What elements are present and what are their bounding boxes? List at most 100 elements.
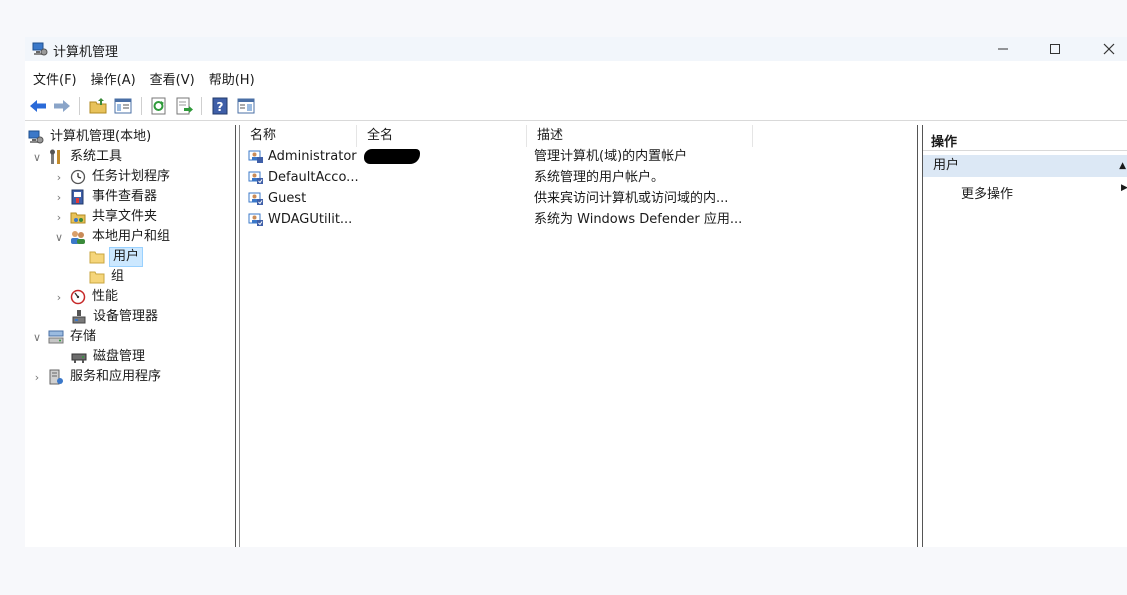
tree-node-computer-management-local[interactable]: 计算机管理(本地)	[28, 127, 153, 147]
computer-management-icon	[28, 129, 44, 145]
user-description: 供来宾访问计算机或访问域的内...	[534, 191, 729, 206]
shared-folders-icon	[70, 209, 86, 225]
user-description: 系统为 Windows Defender 应用...	[534, 212, 743, 227]
maximize-button[interactable]	[1032, 37, 1078, 61]
tree-node-label: 事件查看器	[92, 189, 158, 204]
storage-icon	[48, 329, 64, 345]
tree-node-label: 计算机管理(本地)	[50, 129, 152, 144]
show-hide-tree-icon[interactable]	[113, 96, 133, 116]
user-name: Guest	[268, 191, 307, 206]
submenu-arrow-icon: ▶	[1121, 183, 1127, 193]
user-account-icon	[248, 211, 264, 227]
expand-chevron-icon[interactable]: ›	[52, 191, 66, 204]
properties-icon[interactable]	[236, 96, 256, 116]
tree-node-label: 服务和应用程序	[70, 369, 162, 384]
tree-node-event-viewer[interactable]: › 事件查看器	[52, 187, 159, 207]
user-description: 系统管理的用户帐户。	[534, 170, 665, 185]
folder-icon	[89, 249, 105, 265]
tree-node-label: 用户	[109, 247, 144, 267]
svg-text:?: ?	[217, 100, 224, 114]
tree-node-label: 任务计划程序	[92, 169, 171, 184]
table-row[interactable]: WDAGUtilit... 系统为 Windows Defender 应用...	[240, 209, 917, 230]
tree-node-users[interactable]: 用户	[89, 247, 144, 267]
tree-node-label: 磁盘管理	[93, 349, 146, 364]
list-header: 名称 全名 描述	[240, 125, 917, 147]
expand-chevron-icon[interactable]: ›	[52, 291, 66, 304]
export-list-icon[interactable]	[174, 96, 194, 116]
tree-node-label: 性能	[92, 289, 119, 304]
window-title: 计算机管理	[53, 45, 119, 60]
performance-icon	[70, 289, 86, 305]
actions-header: 操作	[923, 131, 1127, 151]
column-header-description[interactable]: 描述	[527, 125, 753, 147]
title-bar: 计算机管理	[25, 37, 1127, 61]
tree-node-disk-management[interactable]: 磁盘管理	[71, 347, 147, 367]
toolbar-separator	[141, 97, 142, 115]
folder-icon	[89, 269, 105, 285]
tree-node-shared-folders[interactable]: › 共享文件夹	[52, 207, 159, 227]
system-tools-icon	[48, 149, 64, 165]
toolbar-separator	[201, 97, 202, 115]
user-account-icon	[248, 169, 264, 185]
expand-chevron-icon[interactable]: ›	[52, 211, 66, 224]
collapse-chevron-icon[interactable]: ∨	[30, 331, 44, 344]
tree-node-performance[interactable]: › 性能	[52, 287, 120, 307]
collapse-chevron-icon[interactable]: ∨	[30, 151, 44, 164]
user-list: 名称 全名 描述 Administrator 管理计算机(域)的内置帐户 Def…	[239, 125, 918, 547]
more-actions-link[interactable]: 更多操作	[961, 183, 1013, 202]
actions-section-users[interactable]: 用户 ▲	[923, 155, 1127, 177]
user-name: WDAGUtilit...	[268, 212, 353, 227]
tree-node-label: 本地用户和组	[92, 229, 171, 244]
user-account-icon	[248, 190, 264, 206]
local-users-icon	[70, 229, 86, 245]
menu-action[interactable]: 操作(A)	[83, 66, 142, 88]
computer-management-window: 计算机管理 文件(F) 操作(A) 查看(V) 帮助(H) ? 计算机管理(本地…	[25, 37, 1127, 547]
back-arrow-icon[interactable]	[28, 96, 48, 116]
expand-chevron-icon[interactable]: ›	[52, 171, 66, 184]
task-scheduler-icon	[70, 169, 86, 185]
user-account-icon	[248, 148, 264, 164]
minimize-button[interactable]	[980, 37, 1026, 61]
tree-node-label: 系统工具	[70, 149, 123, 164]
toolbar: ?	[25, 91, 1127, 121]
user-description: 管理计算机(域)的内置帐户	[534, 149, 688, 164]
forward-arrow-icon[interactable]	[52, 96, 72, 116]
column-header-fullname[interactable]: 全名	[357, 125, 527, 147]
user-name: DefaultAcco...	[268, 170, 359, 185]
tree-node-groups[interactable]: 组	[89, 267, 126, 287]
menu-help[interactable]: 帮助(H)	[201, 66, 261, 88]
disk-management-icon	[71, 349, 87, 365]
console-tree: 计算机管理(本地) ∨ 系统工具 › 任务计划程序 › 事件查看器 › 共享文件…	[25, 125, 236, 547]
tree-node-label: 组	[111, 269, 125, 284]
expand-chevron-icon[interactable]: ›	[30, 371, 44, 384]
tree-node-label: 存储	[70, 329, 97, 344]
menu-view[interactable]: 查看(V)	[142, 66, 201, 88]
tree-node-services-and-applications[interactable]: › 服务和应用程序	[30, 367, 163, 387]
table-row[interactable]: Administrator 管理计算机(域)的内置帐户	[240, 146, 917, 167]
menu-file[interactable]: 文件(F)	[25, 66, 83, 88]
collapse-caret-icon[interactable]: ▲	[1119, 155, 1126, 177]
computer-management-icon	[32, 41, 48, 57]
redaction-mark	[364, 149, 420, 164]
tree-node-task-scheduler[interactable]: › 任务计划程序	[52, 167, 172, 187]
column-header-name[interactable]: 名称	[240, 125, 357, 147]
table-row[interactable]: Guest 供来宾访问计算机或访问域的内...	[240, 188, 917, 209]
device-manager-icon	[71, 309, 87, 325]
menu-bar: 文件(F) 操作(A) 查看(V) 帮助(H)	[25, 66, 261, 88]
event-viewer-icon	[70, 189, 86, 205]
actions-pane: 操作 用户 ▲ 更多操作 ▶	[922, 125, 1127, 547]
tree-node-label: 共享文件夹	[92, 209, 158, 224]
tree-node-storage[interactable]: ∨ 存储	[30, 327, 98, 347]
tree-node-system-tools[interactable]: ∨ 系统工具	[30, 147, 124, 167]
table-row[interactable]: DefaultAcco... 系统管理的用户帐户。	[240, 167, 917, 188]
help-icon[interactable]: ?	[210, 96, 230, 116]
refresh-icon[interactable]	[149, 96, 169, 116]
tree-node-label: 设备管理器	[93, 309, 159, 324]
up-folder-icon[interactable]	[88, 96, 108, 116]
tree-node-device-manager[interactable]: 设备管理器	[71, 307, 160, 327]
collapse-chevron-icon[interactable]: ∨	[52, 231, 66, 244]
services-icon	[48, 369, 64, 385]
close-button[interactable]	[1086, 37, 1127, 61]
tree-node-local-users-and-groups[interactable]: ∨ 本地用户和组	[52, 227, 172, 247]
toolbar-separator	[79, 97, 80, 115]
